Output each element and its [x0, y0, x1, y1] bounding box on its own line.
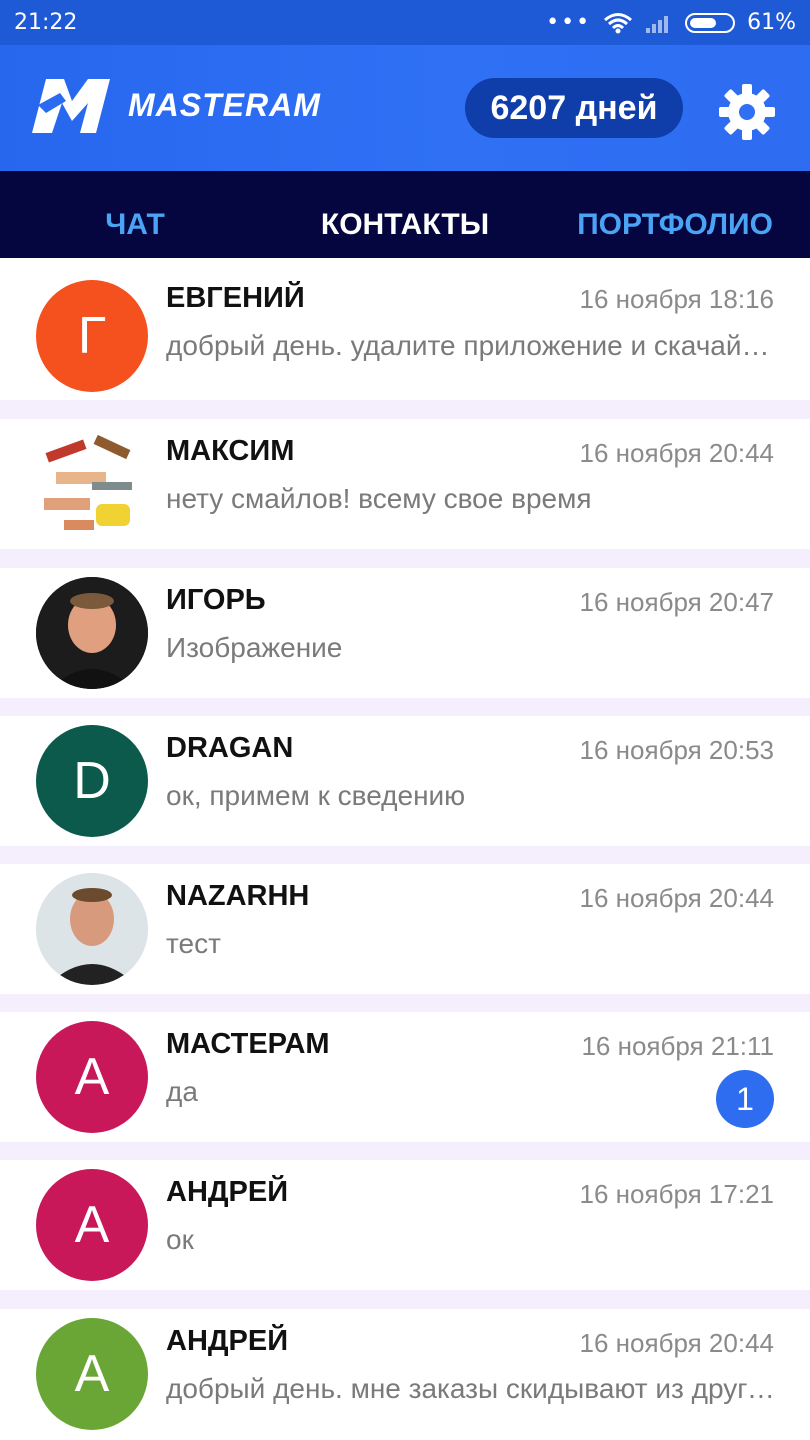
status-time: 21:22 [14, 10, 78, 35]
contact-row[interactable]: A АНДРЕЙ 16 ноября 20:44 добрый день. мн… [0, 1309, 810, 1440]
person-photo-icon [36, 577, 148, 689]
contact-row[interactable]: D DRAGAN 16 ноября 20:53 ок, примем к св… [0, 716, 810, 846]
masteram-logo-icon [32, 79, 110, 133]
contact-name: DRAGAN [166, 732, 294, 764]
avatar-letter: D [73, 752, 111, 810]
person-photo-icon [36, 873, 148, 985]
contact-name: ИГОРЬ [166, 584, 266, 616]
contact-time: 16 ноября 20:44 [579, 438, 774, 468]
contact-message: Изображение [166, 632, 343, 663]
wifi-icon [604, 12, 633, 33]
contact-time: 16 ноября 20:44 [579, 883, 774, 913]
avatar-letter: A [74, 1196, 110, 1254]
unread-badge: 1 [716, 1070, 774, 1128]
logo: MASTERAM [26, 75, 321, 135]
gear-icon[interactable] [718, 83, 776, 141]
avatar-photo [36, 428, 148, 540]
avatar: A [36, 1318, 148, 1430]
contact-message: да [166, 1076, 198, 1107]
contact-row[interactable]: A АНДРЕЙ 16 ноября 17:21 ок [0, 1160, 810, 1290]
contact-row[interactable]: NAZARHH 16 ноября 20:44 тест [0, 864, 810, 994]
contact-time: 16 ноября 20:53 [579, 735, 774, 765]
contact-row[interactable]: Г ЕВГЕНИЙ 16 ноября 18:16 добрый день. у… [0, 258, 810, 400]
contact-time: 16 ноября 21:11 [581, 1031, 774, 1061]
contact-row[interactable]: A МАСТЕРАМ 16 ноября 21:11 да 1 [0, 1012, 810, 1142]
tab-portfolio-label: ПОРТФОЛИО [577, 207, 773, 241]
days-label: 6207 дней [490, 88, 658, 127]
logo-text: MASTERAM [128, 86, 321, 123]
avatar: Г [36, 280, 148, 392]
contact-time: 16 ноября 20:44 [579, 1328, 774, 1358]
tools-photo-icon [44, 434, 132, 530]
battery-percent: 61% [747, 10, 796, 35]
contact-message: добрый день. удалите приложение и скачай… [166, 330, 776, 361]
battery-icon [685, 12, 736, 33]
contact-message: ок [166, 1224, 194, 1255]
avatar: A [36, 1169, 148, 1281]
contact-message: нету смайлов! всему свое время [166, 483, 592, 514]
contact-row[interactable]: ИГОРЬ 16 ноября 20:47 Изображение [0, 568, 810, 698]
avatar-photo [36, 577, 148, 689]
contact-name: АНДРЕЙ [166, 1325, 289, 1357]
contact-message: тест [166, 928, 221, 959]
avatar-photo [36, 873, 148, 985]
contact-message: ок, примем к сведению [166, 780, 466, 811]
avatar-letter: Г [77, 307, 107, 365]
tab-chat-label: ЧАТ [105, 207, 165, 241]
days-counter[interactable]: 6207 дней [465, 78, 683, 138]
contact-name: ЕВГЕНИЙ [166, 282, 305, 314]
contact-row[interactable]: МАКСИМ 16 ноября 20:44 нету смайлов! все… [0, 419, 810, 549]
avatar-letter: A [74, 1048, 110, 1106]
contact-time: 16 ноября 17:21 [579, 1179, 774, 1209]
status-icons: ••• 61% [546, 10, 796, 35]
contact-message: добрый день. мне заказы скидывают из дру… [166, 1373, 776, 1404]
app-header: MASTERAM 6207 дней [0, 45, 810, 171]
avatar-letter: A [74, 1345, 110, 1403]
avatar: D [36, 725, 148, 837]
contact-time: 16 ноября 20:47 [579, 587, 774, 617]
tab-contacts-label: КОНТАКТЫ [320, 207, 490, 241]
avatar: A [36, 1021, 148, 1133]
notification-dots-icon: ••• [546, 9, 592, 35]
signal-icon [646, 15, 669, 33]
contact-name: МАСТЕРАМ [166, 1028, 330, 1060]
status-bar: 21:22 ••• 61% [0, 0, 810, 45]
contact-name: МАКСИМ [166, 435, 295, 467]
contact-name: NAZARHH [166, 880, 310, 912]
contact-time: 16 ноября 18:16 [579, 284, 774, 314]
contact-name: АНДРЕЙ [166, 1176, 289, 1208]
unread-count: 1 [736, 1080, 754, 1117]
